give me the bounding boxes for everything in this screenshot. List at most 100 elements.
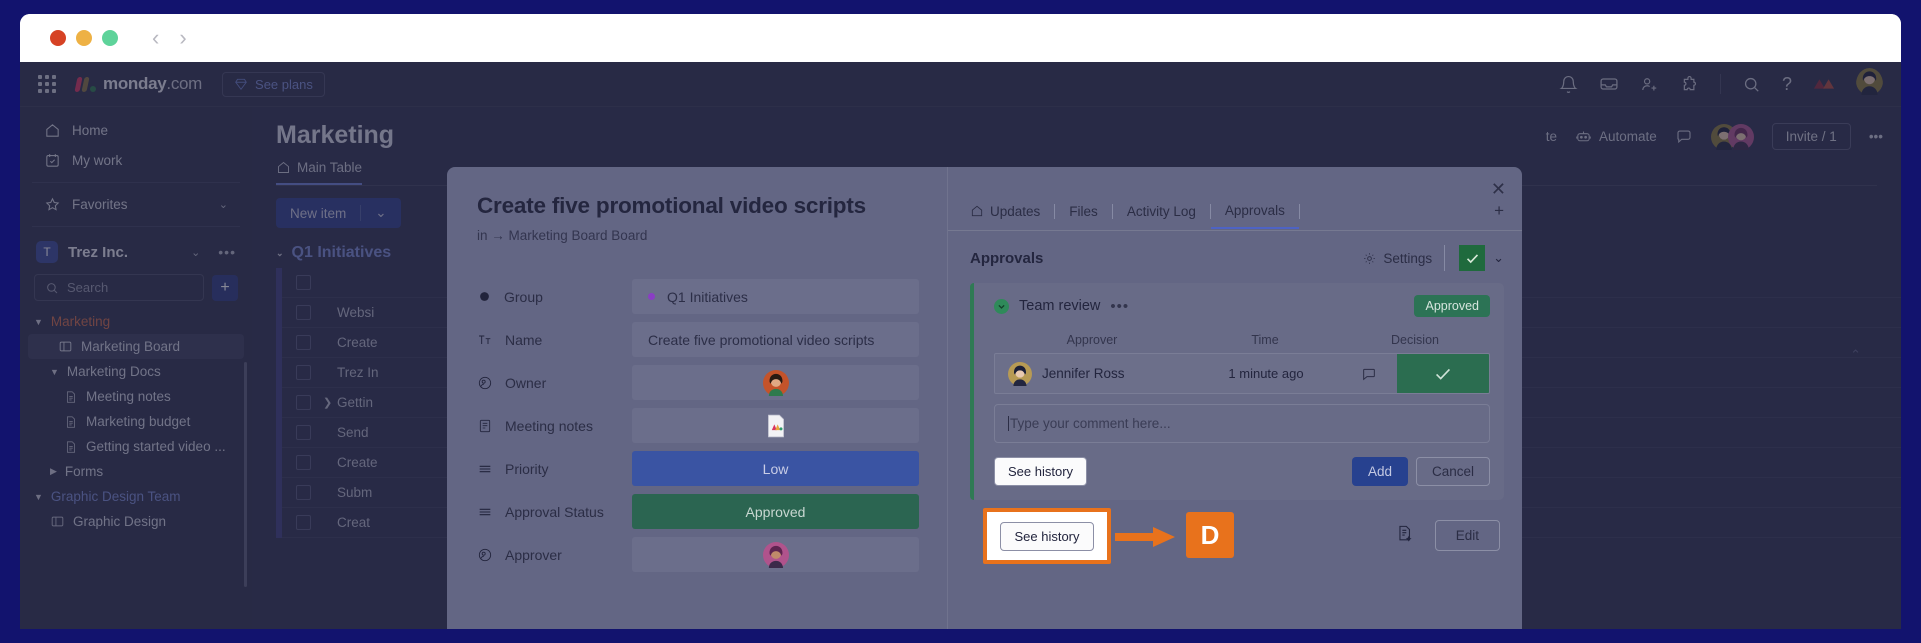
field-name: Name Create five promotional video scrip…	[477, 318, 919, 361]
cell-approver: Jennifer Ross	[995, 362, 1191, 386]
modal-breadcrumb: in → Marketing Board Board	[477, 228, 919, 243]
add-tab-button[interactable]: +	[1494, 201, 1504, 230]
field-value-text: Q1 Initiatives	[667, 289, 748, 305]
field-approval-status: Approval Status Approved	[477, 490, 919, 533]
minimize-window-button[interactable]	[76, 30, 92, 46]
settings-label: Settings	[1383, 251, 1432, 266]
see-history-button[interactable]: See history	[994, 457, 1087, 486]
field-label-text: Priority	[505, 461, 549, 477]
approval-table-header: Approver Time Decision	[994, 333, 1490, 347]
chevron-down-icon[interactable]: ⌄	[1493, 250, 1504, 266]
approval-title: Team review	[1019, 298, 1100, 314]
see-history-button-highlighted[interactable]: See history	[1000, 522, 1093, 551]
avatar	[1008, 362, 1032, 386]
status-badge: Approved	[1414, 295, 1490, 317]
browser-titlebar: ‹ ›	[20, 14, 1901, 62]
tab-approvals[interactable]: Approvals	[1211, 203, 1299, 229]
panel-header-actions: Settings ⌄	[1362, 245, 1504, 271]
tab-label: Activity Log	[1127, 204, 1196, 219]
field-value-approval-status[interactable]: Approved	[632, 494, 919, 529]
field-value-meeting-notes[interactable]	[632, 408, 919, 443]
panel-tabs: Updates Files Activity Log Approvals	[948, 167, 1522, 230]
doc-icon	[477, 418, 493, 434]
edit-button[interactable]: Edit	[1435, 520, 1500, 551]
approval-more-button[interactable]: •••	[1110, 298, 1129, 315]
comment-placeholder: Type your comment here...	[1010, 416, 1171, 431]
browser-nav: ‹ ›	[152, 27, 187, 49]
check-icon	[1464, 250, 1481, 267]
approver-name: Jennifer Ross	[1042, 366, 1125, 381]
field-label: Name	[477, 332, 632, 348]
field-value-text: Create five promotional video scripts	[648, 332, 874, 348]
collapse-approval-icon[interactable]	[994, 299, 1009, 314]
tab-label: Files	[1069, 204, 1098, 219]
status-icon	[477, 504, 493, 520]
field-label-text: Owner	[505, 375, 546, 391]
circle-icon	[477, 289, 492, 304]
text-icon	[477, 332, 493, 348]
browser-window: ‹ › monday.com See plans	[20, 14, 1901, 629]
tab-label: Approvals	[1225, 203, 1285, 218]
field-owner: Owner	[477, 361, 919, 404]
tab-updates[interactable]: Updates	[970, 204, 1054, 228]
field-value-approver[interactable]	[632, 537, 919, 572]
cell-decision[interactable]	[1397, 354, 1489, 393]
home-icon	[970, 204, 984, 218]
monday-app: monday.com See plans ?	[20, 62, 1901, 629]
approve-button[interactable]	[1459, 245, 1485, 271]
approval-status-bar	[970, 283, 974, 500]
field-group: Group Q1 Initiatives	[477, 275, 919, 318]
ai-doc-icon[interactable]	[1396, 524, 1415, 548]
forward-button[interactable]: ›	[179, 27, 186, 49]
column-header-decision: Decision	[1340, 333, 1490, 347]
text-caret	[1008, 416, 1009, 431]
field-value-priority[interactable]: Low	[632, 451, 919, 486]
modal-left-column: Create five promotional video scripts in…	[447, 167, 947, 629]
field-value-owner[interactable]	[632, 365, 919, 400]
check-icon	[1432, 363, 1454, 385]
modal-title: Create five promotional video scripts	[477, 193, 919, 219]
settings-button[interactable]: Settings	[1362, 251, 1432, 266]
approval-card: Team review ••• Approved Approver Time D…	[970, 283, 1504, 500]
field-label-text: Group	[504, 289, 543, 305]
field-label: Priority	[477, 461, 632, 477]
tab-activity-log[interactable]: Activity Log	[1113, 204, 1210, 228]
close-icon[interactable]: ✕	[1491, 179, 1506, 200]
cancel-button[interactable]: Cancel	[1416, 457, 1490, 486]
annotation-arrow-icon	[1115, 526, 1177, 548]
field-value-text: Low	[763, 461, 789, 477]
approval-card-actions: See history Add Cancel	[994, 457, 1490, 486]
person-icon	[477, 547, 493, 563]
field-value-text: Approved	[746, 504, 806, 520]
table-row: Jennifer Ross 1 minute ago	[994, 353, 1490, 394]
tab-label: Updates	[990, 204, 1040, 219]
comment-icon[interactable]	[1341, 366, 1397, 382]
screen-root: ‹ › monday.com See plans	[0, 0, 1921, 643]
tab-files[interactable]: Files	[1055, 204, 1112, 228]
field-label-text: Name	[505, 332, 542, 348]
avatar	[763, 542, 789, 568]
panel-heading: Approvals	[970, 250, 1043, 267]
approval-card-header: Team review ••• Approved	[984, 295, 1490, 317]
field-value-group[interactable]: Q1 Initiatives	[632, 279, 919, 314]
field-label-text: Meeting notes	[505, 418, 593, 434]
group-color-dot	[648, 293, 655, 300]
monday-doc-file-icon	[766, 414, 786, 438]
tab-divider	[1299, 204, 1300, 219]
person-icon	[477, 375, 493, 391]
close-window-button[interactable]	[50, 30, 66, 46]
column-header-approver: Approver	[994, 333, 1190, 347]
back-button[interactable]: ‹	[152, 27, 159, 49]
field-meeting-notes: Meeting notes	[477, 404, 919, 447]
annotation-highlight-box: See history	[983, 508, 1111, 564]
field-label: Approval Status	[477, 504, 632, 520]
field-priority: Priority Low	[477, 447, 919, 490]
field-label: Meeting notes	[477, 418, 632, 434]
annotation-step-label: D	[1186, 512, 1234, 558]
field-value-name[interactable]: Create five promotional video scripts	[632, 322, 919, 357]
field-label-text: Approval Status	[505, 504, 604, 520]
comment-input[interactable]: Type your comment here...	[994, 404, 1490, 443]
field-label: Group	[477, 289, 632, 305]
maximize-window-button[interactable]	[102, 30, 118, 46]
add-button[interactable]: Add	[1352, 457, 1408, 486]
